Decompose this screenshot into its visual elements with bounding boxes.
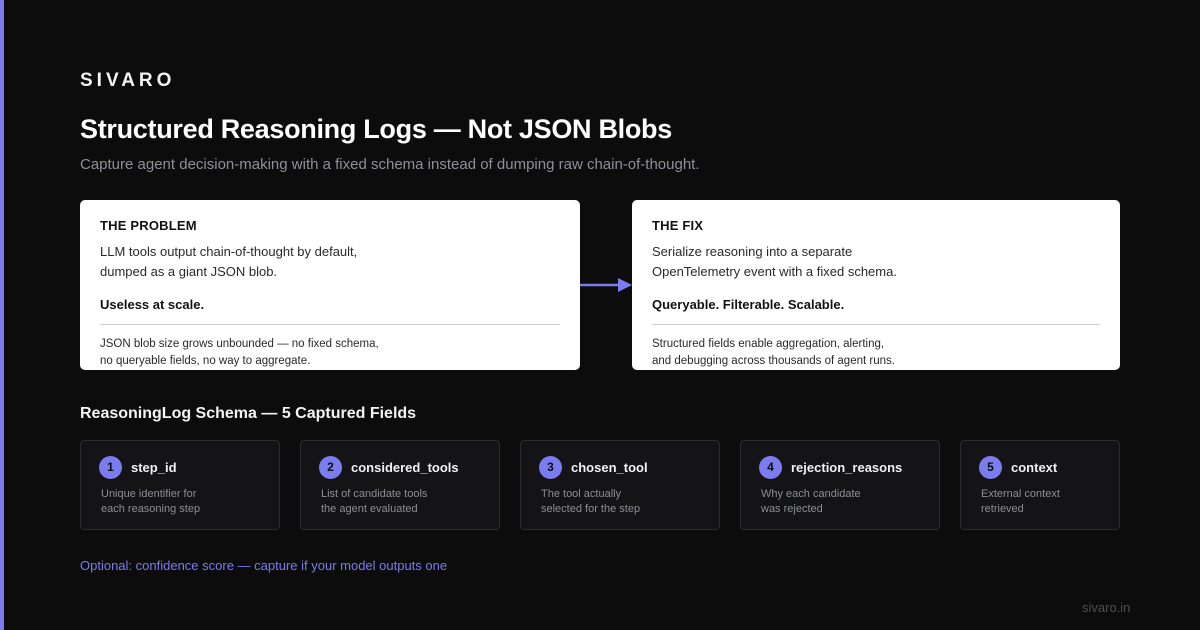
- field-number-badge: 4: [759, 455, 782, 479]
- problem-body-line: dumped as a giant JSON blob.: [100, 264, 278, 279]
- field-card-chosen-tool: 3 chosen_tool The tool actually selected…: [520, 440, 720, 530]
- field-header: 5 context: [979, 455, 1119, 479]
- footer-url: sivaro.in: [1082, 600, 1131, 615]
- field-description-line: Why each candidate: [761, 488, 861, 500]
- fix-note: Structured fields enable aggregation, al…: [652, 336, 1100, 370]
- field-card-considered-tools: 2 considered_tools List of candidate too…: [300, 440, 500, 530]
- problem-note-line: JSON blob size grows unbounded — no fixe…: [100, 338, 379, 350]
- fix-body-line: Serialize reasoning into a separate: [652, 244, 853, 259]
- field-description-line: The tool actually: [541, 488, 622, 500]
- fix-body: Serialize reasoning into a separate Open…: [652, 242, 1100, 282]
- field-description: Why each candidate was rejected: [761, 487, 939, 517]
- problem-note: JSON blob size grows unbounded — no fixe…: [100, 336, 560, 370]
- field-name: rejection_reasons: [791, 459, 903, 475]
- field-name: context: [1011, 459, 1058, 475]
- schema-title: ReasoningLog Schema — 5 Captured Fields: [80, 405, 417, 422]
- problem-emphasis: Useless at scale.: [100, 297, 205, 312]
- field-number-badge: 5: [979, 455, 1002, 479]
- field-name: chosen_tool: [571, 459, 648, 475]
- field-card-context: 5 context External context retrieved: [960, 440, 1120, 530]
- field-description: List of candidate tools the agent evalua…: [321, 487, 499, 517]
- field-name: considered_tools: [351, 459, 459, 475]
- page-subtitle: Capture agent decision-making with a fix…: [80, 156, 700, 173]
- fix-body-line: OpenTelemetry event with a fixed schema.: [652, 264, 897, 279]
- field-description-line: Unique identifier for: [101, 488, 197, 500]
- page-title: Structured Reasoning Logs — Not JSON Blo…: [80, 114, 672, 144]
- field-description: The tool actually selected for the step: [541, 487, 719, 517]
- fix-note-line: and debugging across thousands of agent …: [652, 355, 895, 367]
- field-description-line: was rejected: [761, 503, 823, 515]
- field-description-line: selected for the step: [541, 503, 641, 515]
- field-description-line: List of candidate tools: [321, 488, 428, 500]
- problem-body: LLM tools output chain-of-thought by def…: [100, 242, 560, 282]
- field-description-line: retrieved: [981, 503, 1024, 515]
- field-header: 3 chosen_tool: [539, 455, 719, 479]
- fix-card: THE FIX Serialize reasoning into a separ…: [632, 200, 1120, 370]
- field-description: External context retrieved: [981, 487, 1119, 517]
- field-card-rejection-reasons: 4 rejection_reasons Why each candidate w…: [740, 440, 940, 530]
- field-header: 1 step_id: [99, 455, 279, 479]
- fix-emphasis: Queryable. Filterable. Scalable.: [652, 297, 845, 312]
- fix-divider: [652, 324, 1100, 325]
- problem-heading: THE PROBLEM: [100, 218, 197, 233]
- field-number-badge: 1: [99, 455, 122, 479]
- problem-body-line: LLM tools output chain-of-thought by def…: [100, 244, 358, 259]
- problem-divider: [100, 324, 560, 325]
- field-number-badge: 2: [319, 455, 342, 479]
- problem-note-line: no queryable fields, no way to aggregate…: [100, 355, 311, 367]
- accent-bar: [0, 0, 4, 630]
- fix-note-line: Structured fields enable aggregation, al…: [652, 338, 885, 350]
- field-description-line: the agent evaluated: [321, 503, 418, 515]
- field-name: step_id: [131, 459, 177, 475]
- field-number-badge: 3: [539, 455, 562, 479]
- arrow-right-icon: [580, 278, 632, 292]
- field-description-line: External context: [981, 488, 1060, 500]
- problem-card: THE PROBLEM LLM tools output chain-of-th…: [80, 200, 580, 370]
- field-header: 2 considered_tools: [319, 455, 499, 479]
- optional-note: Optional: confidence score — capture if …: [80, 558, 448, 573]
- field-card-step-id: 1 step_id Unique identifier for each rea…: [80, 440, 280, 530]
- field-header: 4 rejection_reasons: [759, 455, 939, 479]
- field-description: Unique identifier for each reasoning ste…: [101, 487, 279, 517]
- brand-logo: SIVARO: [80, 70, 176, 91]
- field-description-line: each reasoning step: [101, 503, 201, 515]
- fix-heading: THE FIX: [652, 218, 704, 233]
